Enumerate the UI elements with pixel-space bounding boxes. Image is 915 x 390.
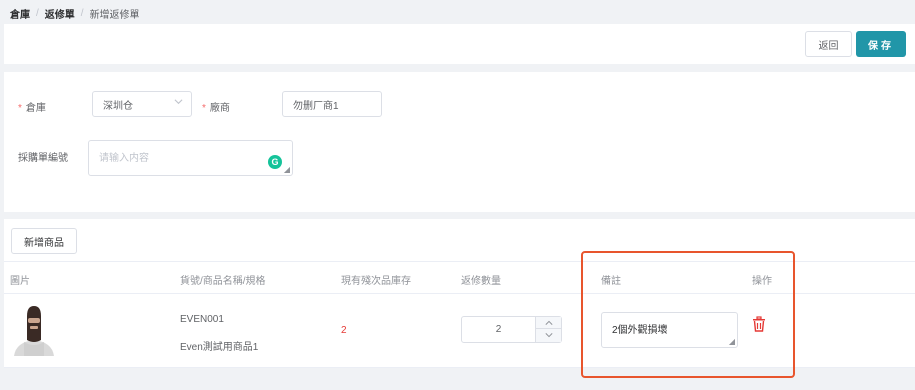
- note-field[interactable]: 2個外觀損壞 ◢: [601, 312, 738, 348]
- po-placeholder: 请输入内容: [99, 153, 149, 164]
- breadcrumb-separator: /: [36, 7, 39, 19]
- table-header: 圖片 貨號/商品名稱/規格 現有殘次品庫存 返修數量 備註 操作: [4, 261, 915, 294]
- header-product: 貨號/商品名稱/規格: [180, 276, 266, 287]
- header-qty: 返修數量: [461, 276, 501, 287]
- product-name: Even測試用商品1: [180, 342, 259, 353]
- resize-handle-icon[interactable]: ◢: [284, 165, 290, 174]
- required-mark: *: [18, 103, 22, 114]
- header-stock: 現有殘次品庫存: [341, 276, 411, 287]
- vendor-field[interactable]: 勿删厂商1: [282, 91, 382, 117]
- warehouse-value: 深圳仓: [103, 100, 133, 112]
- action-bar: 返回 保存: [4, 24, 915, 64]
- items-panel: 新增商品 圖片 貨號/商品名稱/規格 現有殘次品庫存 返修數量 備註 操作 EV…: [4, 219, 915, 368]
- breadcrumb-parent[interactable]: 返修單: [45, 6, 75, 21]
- back-button[interactable]: 返回: [805, 31, 852, 57]
- table-row: EVEN001 Even測試用商品1 2 2 2個外觀損壞 ◢: [4, 294, 915, 368]
- header-image: 圖片: [10, 276, 30, 287]
- breadcrumb-root[interactable]: 倉庫: [10, 6, 30, 21]
- breadcrumb: 倉庫 / 返修單 / 新增返修單: [10, 6, 140, 21]
- header-note: 備註: [601, 276, 621, 287]
- warehouse-select[interactable]: 深圳仓: [92, 91, 192, 117]
- grammarly-icon[interactable]: G: [268, 155, 282, 169]
- trash-icon[interactable]: [752, 316, 766, 332]
- chevron-down-icon: [174, 97, 183, 108]
- chevron-up-icon[interactable]: [536, 317, 561, 329]
- vendor-label: * 廠商: [202, 103, 230, 114]
- product-image[interactable]: [10, 304, 58, 356]
- save-button[interactable]: 保存: [856, 31, 906, 57]
- form-panel: * 倉庫 深圳仓 * 廠商 勿删厂商1 採購單編號 请输入内容 G ◢: [4, 72, 915, 212]
- po-label: 採購單編號: [18, 153, 68, 164]
- warehouse-label: * 倉庫: [18, 103, 46, 114]
- note-value: 2個外觀損壞: [612, 325, 668, 336]
- header-ops: 操作: [752, 276, 772, 287]
- po-number-field[interactable]: 请输入内容 G ◢: [88, 140, 293, 176]
- chevron-down-icon[interactable]: [536, 329, 561, 341]
- vendor-value: 勿删厂商1: [293, 100, 339, 112]
- return-qty-value[interactable]: 2: [462, 324, 535, 335]
- resize-handle-icon[interactable]: ◢: [729, 337, 735, 346]
- breadcrumb-current: 新增返修單: [89, 9, 140, 21]
- defect-stock-value: 2: [341, 325, 347, 336]
- breadcrumb-separator: /: [80, 7, 84, 19]
- required-mark: *: [202, 103, 206, 114]
- add-product-button[interactable]: 新增商品: [11, 228, 77, 254]
- stepper-controls: [535, 317, 561, 342]
- product-sku: EVEN001: [180, 314, 224, 325]
- return-qty-stepper[interactable]: 2: [461, 316, 562, 343]
